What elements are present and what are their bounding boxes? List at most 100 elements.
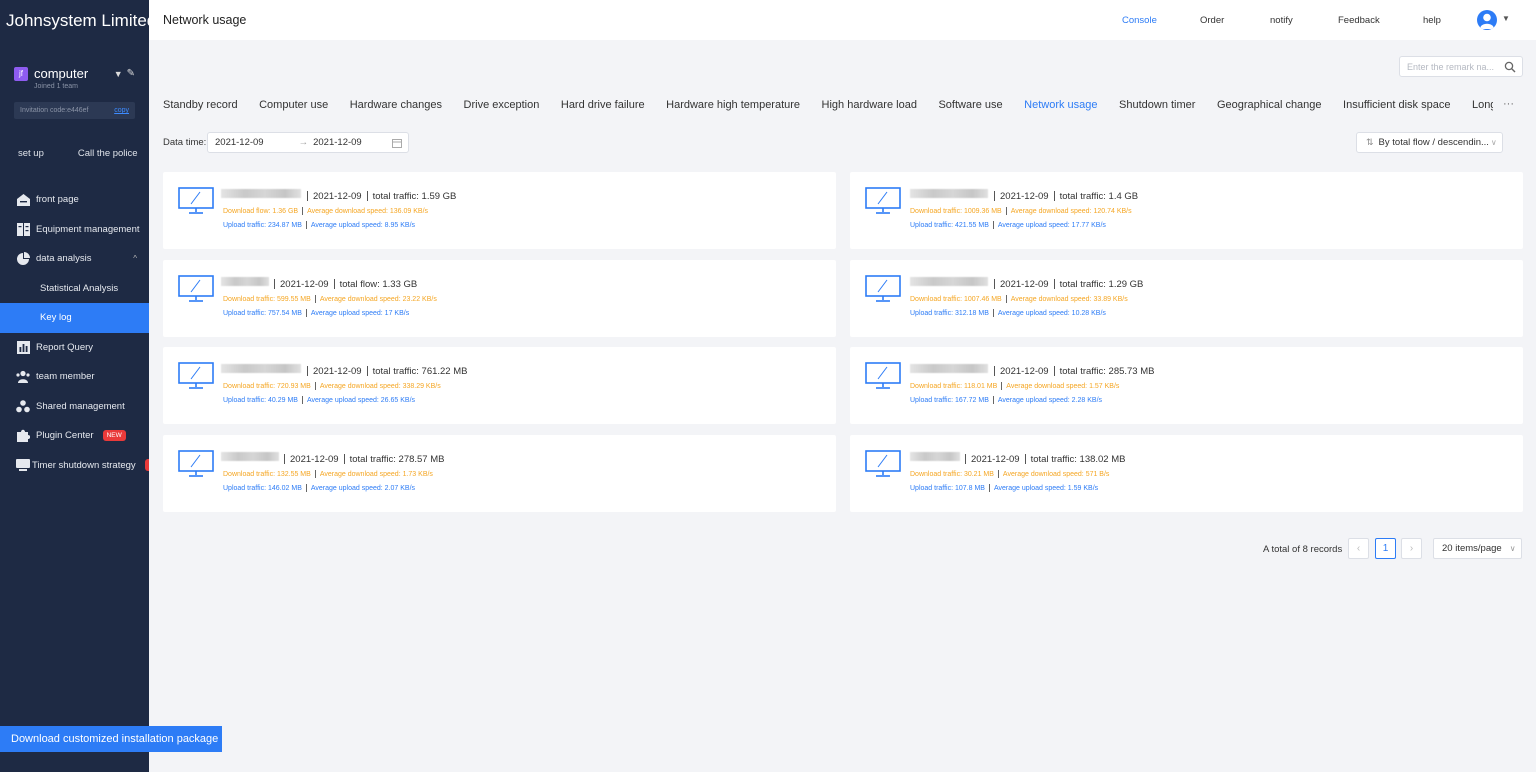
record-date: 2021-12-09 (313, 191, 362, 202)
tab-drive-exception[interactable]: Drive exception (464, 99, 540, 111)
nav-team-member[interactable]: team member (0, 362, 149, 392)
download-line: Download traffic: 1007.46 MB Average down… (910, 295, 1128, 303)
total-records: A total of 8 records (1263, 543, 1343, 555)
more-tabs-button[interactable]: ··· (1503, 98, 1514, 110)
copy-link[interactable]: copy (114, 107, 129, 114)
page-size-select[interactable]: 20 items/page ∨ (1433, 538, 1522, 559)
team-subtitle: Joined 1 team (34, 83, 78, 90)
separator (305, 309, 307, 317)
topnav-feedback[interactable]: Feedback (1338, 0, 1380, 40)
nav-front-page[interactable]: front page (0, 185, 149, 215)
nav-label: Statistical Analysis (40, 282, 119, 294)
summary-line: 2021-12-09 total traffic: 278.57 MB (279, 454, 444, 465)
download-traffic: Download traffic: 132.55 MB (223, 471, 311, 478)
nav-statistical-analysis[interactable]: Statistical Analysis (0, 274, 149, 304)
nav-key-log[interactable]: Key log (0, 303, 149, 333)
end-date[interactable]: 2021-12-09 (313, 137, 362, 148)
nav-report-query[interactable]: Report Query (0, 333, 149, 363)
user-avatar[interactable] (1477, 10, 1497, 30)
search-icon[interactable] (1504, 61, 1516, 73)
upload-line: Upload traffic: 234.87 MB Average upload … (223, 221, 415, 229)
upload-traffic: Upload traffic: 107.8 MB (910, 485, 985, 492)
usage-card[interactable]: 2021-12-09 total traffic: 761.22 MB Downl… (163, 347, 836, 424)
nav-timer-shutdown[interactable]: Timer shutdown strategy (0, 451, 149, 481)
separator (305, 484, 307, 492)
avg-download-speed: Average download speed: 1.73 KB/s (319, 471, 433, 478)
logo[interactable]: Johnsystem Limited (0, 0, 149, 42)
separator (992, 221, 994, 229)
tab-standby-record[interactable]: Standby record (163, 99, 238, 111)
separator (314, 470, 316, 478)
monitor-icon (178, 275, 214, 307)
avg-upload-speed: Average upload speed: 1.59 KB/s (993, 485, 1099, 492)
download-traffic: Download flow: 1.36 GB (223, 208, 299, 215)
caret-down-icon[interactable]: ▼ (114, 69, 123, 79)
tab-software-use[interactable]: Software use (938, 99, 1002, 111)
pie-chart-icon (16, 252, 30, 266)
monitor-icon (865, 450, 901, 482)
record-date: 2021-12-09 (1000, 279, 1049, 290)
tab-hardware-changes[interactable]: Hardware changes (350, 99, 442, 111)
usage-card[interactable]: 2021-12-09 total traffic: 285.73 MB Downl… (850, 347, 1523, 424)
separator (1053, 366, 1055, 376)
main-content: Enter the remark na... Standby record Co… (149, 40, 1536, 772)
edit-icon[interactable]: ✎ (127, 68, 135, 79)
bar-chart-icon (16, 340, 30, 354)
caret-down-icon[interactable]: ▼ (1502, 14, 1510, 23)
tab-shutdown-timer[interactable]: Shutdown timer (1119, 99, 1195, 111)
topnav-notify[interactable]: notify (1270, 0, 1293, 40)
upload-line: Upload traffic: 167.72 MB Average upload … (910, 396, 1102, 404)
user-icon (1480, 13, 1494, 29)
team-name[interactable]: computer (34, 66, 88, 81)
nav-data-analysis[interactable]: data analysis ^ (0, 244, 149, 274)
separator (314, 295, 316, 303)
upload-traffic: Upload traffic: 146.02 MB (223, 485, 302, 492)
tab-insufficient-disk-space[interactable]: Insufficient disk space (1343, 99, 1450, 111)
topnav-console[interactable]: Console (1122, 0, 1157, 40)
tab-long-term[interactable]: Long-term of (1472, 99, 1493, 111)
upload-traffic: Upload traffic: 421.55 MB (910, 222, 989, 229)
tab-geographical-change[interactable]: Geographical change (1217, 99, 1322, 111)
nav-label: Plugin Center (36, 430, 94, 442)
download-package-button[interactable]: Download customized installation package (0, 726, 222, 752)
total-traffic: total traffic: 761.22 MB (372, 366, 468, 377)
usage-card[interactable]: 2021-12-09 total traffic: 1.59 GB Downloa… (163, 172, 836, 249)
usage-card[interactable]: 2021-12-09 total traffic: 138.02 MB Downl… (850, 435, 1523, 512)
page-title: Network usage (163, 13, 247, 27)
tab-hard-drive-failure[interactable]: Hard drive failure (561, 99, 645, 111)
summary-line: 2021-12-09 total traffic: 1.29 GB (989, 279, 1143, 290)
topnav-help[interactable]: help (1423, 0, 1441, 40)
avg-download-speed: Average download speed: 571 B/s (1002, 471, 1110, 478)
total-traffic: total traffic: 1.29 GB (1059, 279, 1144, 290)
next-page-button[interactable]: › (1401, 538, 1422, 559)
setup-link[interactable]: set up (18, 148, 44, 159)
nav-label: team member (36, 371, 95, 383)
nav-equipment[interactable]: Equipment management (0, 215, 149, 245)
tab-high-hardware-load[interactable]: High hardware load (822, 99, 917, 111)
sort-select[interactable]: ⇅ By total flow / descendin... ∨ (1356, 132, 1503, 153)
usage-card[interactable]: 2021-12-09 total traffic: 1.4 GB Download… (850, 172, 1523, 249)
tab-hardware-high-temperature[interactable]: Hardware high temperature (666, 99, 800, 111)
monitor-icon (865, 187, 901, 219)
record-date: 2021-12-09 (1000, 191, 1049, 202)
nav-label: Timer shutdown strategy (32, 459, 136, 471)
call-police-link[interactable]: Call the police (78, 148, 138, 159)
remark-search-input[interactable]: Enter the remark na... (1399, 56, 1523, 77)
prev-page-button[interactable]: ‹ (1348, 538, 1369, 559)
total-traffic: total traffic: 138.02 MB (1030, 454, 1126, 465)
page-1-button[interactable]: 1 (1375, 538, 1396, 559)
arrow-right-icon: → (298, 137, 309, 148)
tab-network-usage[interactable]: Network usage (1024, 99, 1097, 111)
usage-card[interactable]: 2021-12-09 total traffic: 1.29 GB Downloa… (850, 260, 1523, 337)
nav-plugin-center[interactable]: Plugin Center NEW (0, 421, 149, 451)
usage-card[interactable]: 2021-12-09 total flow: 1.33 GB Download t… (163, 260, 836, 337)
start-date[interactable]: 2021-12-09 (215, 137, 264, 148)
usage-card[interactable]: 2021-12-09 total traffic: 278.57 MB Downl… (163, 435, 836, 512)
separator (314, 382, 316, 390)
nav-shared-management[interactable]: Shared management (0, 392, 149, 422)
summary-line: 2021-12-09 total flow: 1.33 GB (269, 279, 417, 290)
topnav-order[interactable]: Order (1200, 0, 1224, 40)
tab-computer-use[interactable]: Computer use (259, 99, 328, 111)
upload-traffic: Upload traffic: 234.87 MB (223, 222, 302, 229)
date-range-picker[interactable]: 2021-12-09 → 2021-12-09 (207, 132, 409, 153)
